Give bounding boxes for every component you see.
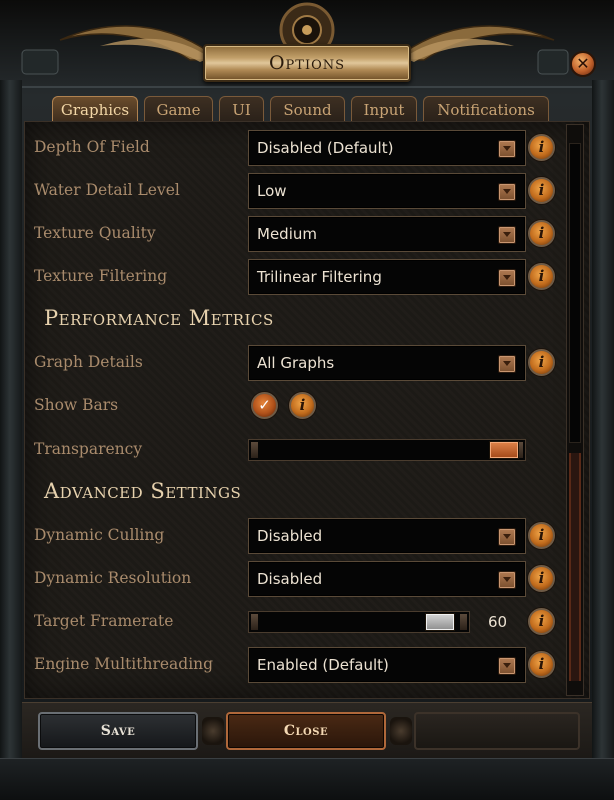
tab-graphics[interactable]: Graphics — [52, 96, 138, 122]
empty-button-slot — [414, 712, 580, 750]
setting-row-depth-of-field: Depth Of Field Disabled (Default) i — [25, 130, 589, 166]
setting-row-texture-filtering: Texture Filtering Trilinear Filtering i — [25, 259, 589, 295]
chevron-down-icon — [498, 528, 516, 546]
frame-pillar-right — [592, 80, 614, 800]
section-title-performance-metrics: Performance Metrics — [44, 306, 274, 330]
chevron-down-icon — [498, 183, 516, 201]
info-icon[interactable]: i — [528, 177, 555, 204]
slider-end-cap — [251, 442, 258, 458]
info-icon[interactable]: i — [528, 220, 555, 247]
select-value: Medium — [257, 225, 317, 243]
info-icon[interactable]: i — [528, 134, 555, 161]
select-value: Enabled (Default) — [257, 656, 389, 674]
setting-label: Dynamic Resolution — [34, 569, 192, 587]
target-framerate-slider[interactable] — [248, 611, 470, 633]
chevron-down-icon — [498, 269, 516, 287]
dynamic-culling-select[interactable]: Disabled — [248, 518, 526, 554]
setting-label: Texture Filtering — [34, 267, 168, 285]
engine-multithreading-select[interactable]: Enabled (Default) — [248, 647, 526, 683]
texture-quality-select[interactable]: Medium — [248, 216, 526, 252]
settings-panel: Depth Of Field Disabled (Default) i Wate… — [24, 121, 590, 699]
setting-row-dynamic-resolution: Dynamic Resolution Disabled i — [25, 561, 589, 597]
chevron-down-icon — [498, 571, 516, 589]
chevron-down-icon — [498, 226, 516, 244]
transparency-slider[interactable] — [248, 439, 526, 461]
target-framerate-value: 60 — [488, 613, 508, 631]
setting-row-show-bars: Show Bars ✓ i — [25, 388, 589, 424]
setting-row-water-detail-level: Water Detail Level Low i — [25, 173, 589, 209]
options-window: Options ✕ Graphics Game UI Sound Input N… — [0, 0, 614, 800]
frame-base — [0, 758, 614, 800]
footer-ornament — [390, 717, 412, 745]
info-icon[interactable]: i — [528, 263, 555, 290]
tab-notifications[interactable]: Notifications — [423, 96, 549, 122]
graph-details-select[interactable]: All Graphs — [248, 345, 526, 381]
tab-game[interactable]: Game — [144, 96, 213, 122]
setting-row-texture-quality: Texture Quality Medium i — [25, 216, 589, 252]
select-value: Low — [257, 182, 287, 200]
slider-end-cap — [251, 614, 258, 630]
title-plate: Options — [203, 44, 411, 82]
chevron-down-icon — [498, 355, 516, 373]
tab-input[interactable]: Input — [351, 96, 417, 122]
setting-row-transparency: Transparency — [25, 432, 589, 468]
select-value: Disabled (Default) — [257, 139, 394, 157]
frame-pillar-left — [0, 80, 22, 800]
chevron-down-icon — [498, 657, 516, 675]
footer-ornament — [202, 717, 224, 745]
section-title-advanced-settings: Advanced Settings — [44, 479, 242, 503]
slider-thumb[interactable] — [425, 613, 455, 631]
select-value: Trilinear Filtering — [257, 268, 382, 286]
setting-row-graph-details: Graph Details All Graphs i — [25, 345, 589, 381]
scrollbar-thumb[interactable] — [569, 143, 581, 443]
setting-label: Dynamic Culling — [34, 526, 165, 544]
setting-label: Engine Multithreading — [34, 655, 214, 673]
info-icon[interactable]: i — [289, 392, 316, 419]
close-icon[interactable]: ✕ — [570, 51, 596, 77]
scrollbar-track[interactable] — [569, 453, 581, 681]
setting-label: Water Detail Level — [34, 181, 180, 199]
info-icon[interactable]: i — [528, 522, 555, 549]
setting-row-target-framerate: Target Framerate 60 i — [25, 604, 589, 640]
info-icon[interactable]: i — [528, 651, 555, 678]
footer-bar: Save Close — [22, 702, 592, 758]
setting-label: Graph Details — [34, 353, 143, 371]
info-icon[interactable]: i — [528, 349, 555, 376]
texture-filtering-select[interactable]: Trilinear Filtering — [248, 259, 526, 295]
select-value: All Graphs — [257, 354, 335, 372]
dynamic-resolution-select[interactable]: Disabled — [248, 561, 526, 597]
tab-bar: Graphics Game UI Sound Input Notificatio… — [52, 96, 549, 122]
setting-label: Show Bars — [34, 396, 119, 414]
setting-label: Target Framerate — [34, 612, 174, 630]
setting-row-dynamic-culling: Dynamic Culling Disabled i — [25, 518, 589, 554]
water-detail-level-select[interactable]: Low — [248, 173, 526, 209]
slider-thumb[interactable] — [489, 441, 519, 459]
setting-row-engine-multithreading: Engine Multithreading Enabled (Default) … — [25, 647, 589, 683]
info-icon[interactable]: i — [528, 608, 555, 635]
info-icon[interactable]: i — [528, 565, 555, 592]
close-button[interactable]: Close — [226, 712, 386, 750]
save-button[interactable]: Save — [38, 712, 198, 750]
slider-end-cap — [460, 614, 467, 630]
setting-label: Transparency — [34, 440, 143, 458]
checkmark-icon[interactable]: ✓ — [251, 392, 278, 419]
chevron-down-icon — [498, 140, 516, 158]
setting-label: Texture Quality — [34, 224, 156, 242]
scrollbar[interactable] — [566, 124, 584, 696]
tab-ui[interactable]: UI — [219, 96, 264, 122]
select-value: Disabled — [257, 570, 323, 588]
setting-label: Depth Of Field — [34, 138, 150, 156]
window-title: Options — [268, 52, 346, 74]
tab-sound[interactable]: Sound — [270, 96, 345, 122]
depth-of-field-select[interactable]: Disabled (Default) — [248, 130, 526, 166]
select-value: Disabled — [257, 527, 323, 545]
